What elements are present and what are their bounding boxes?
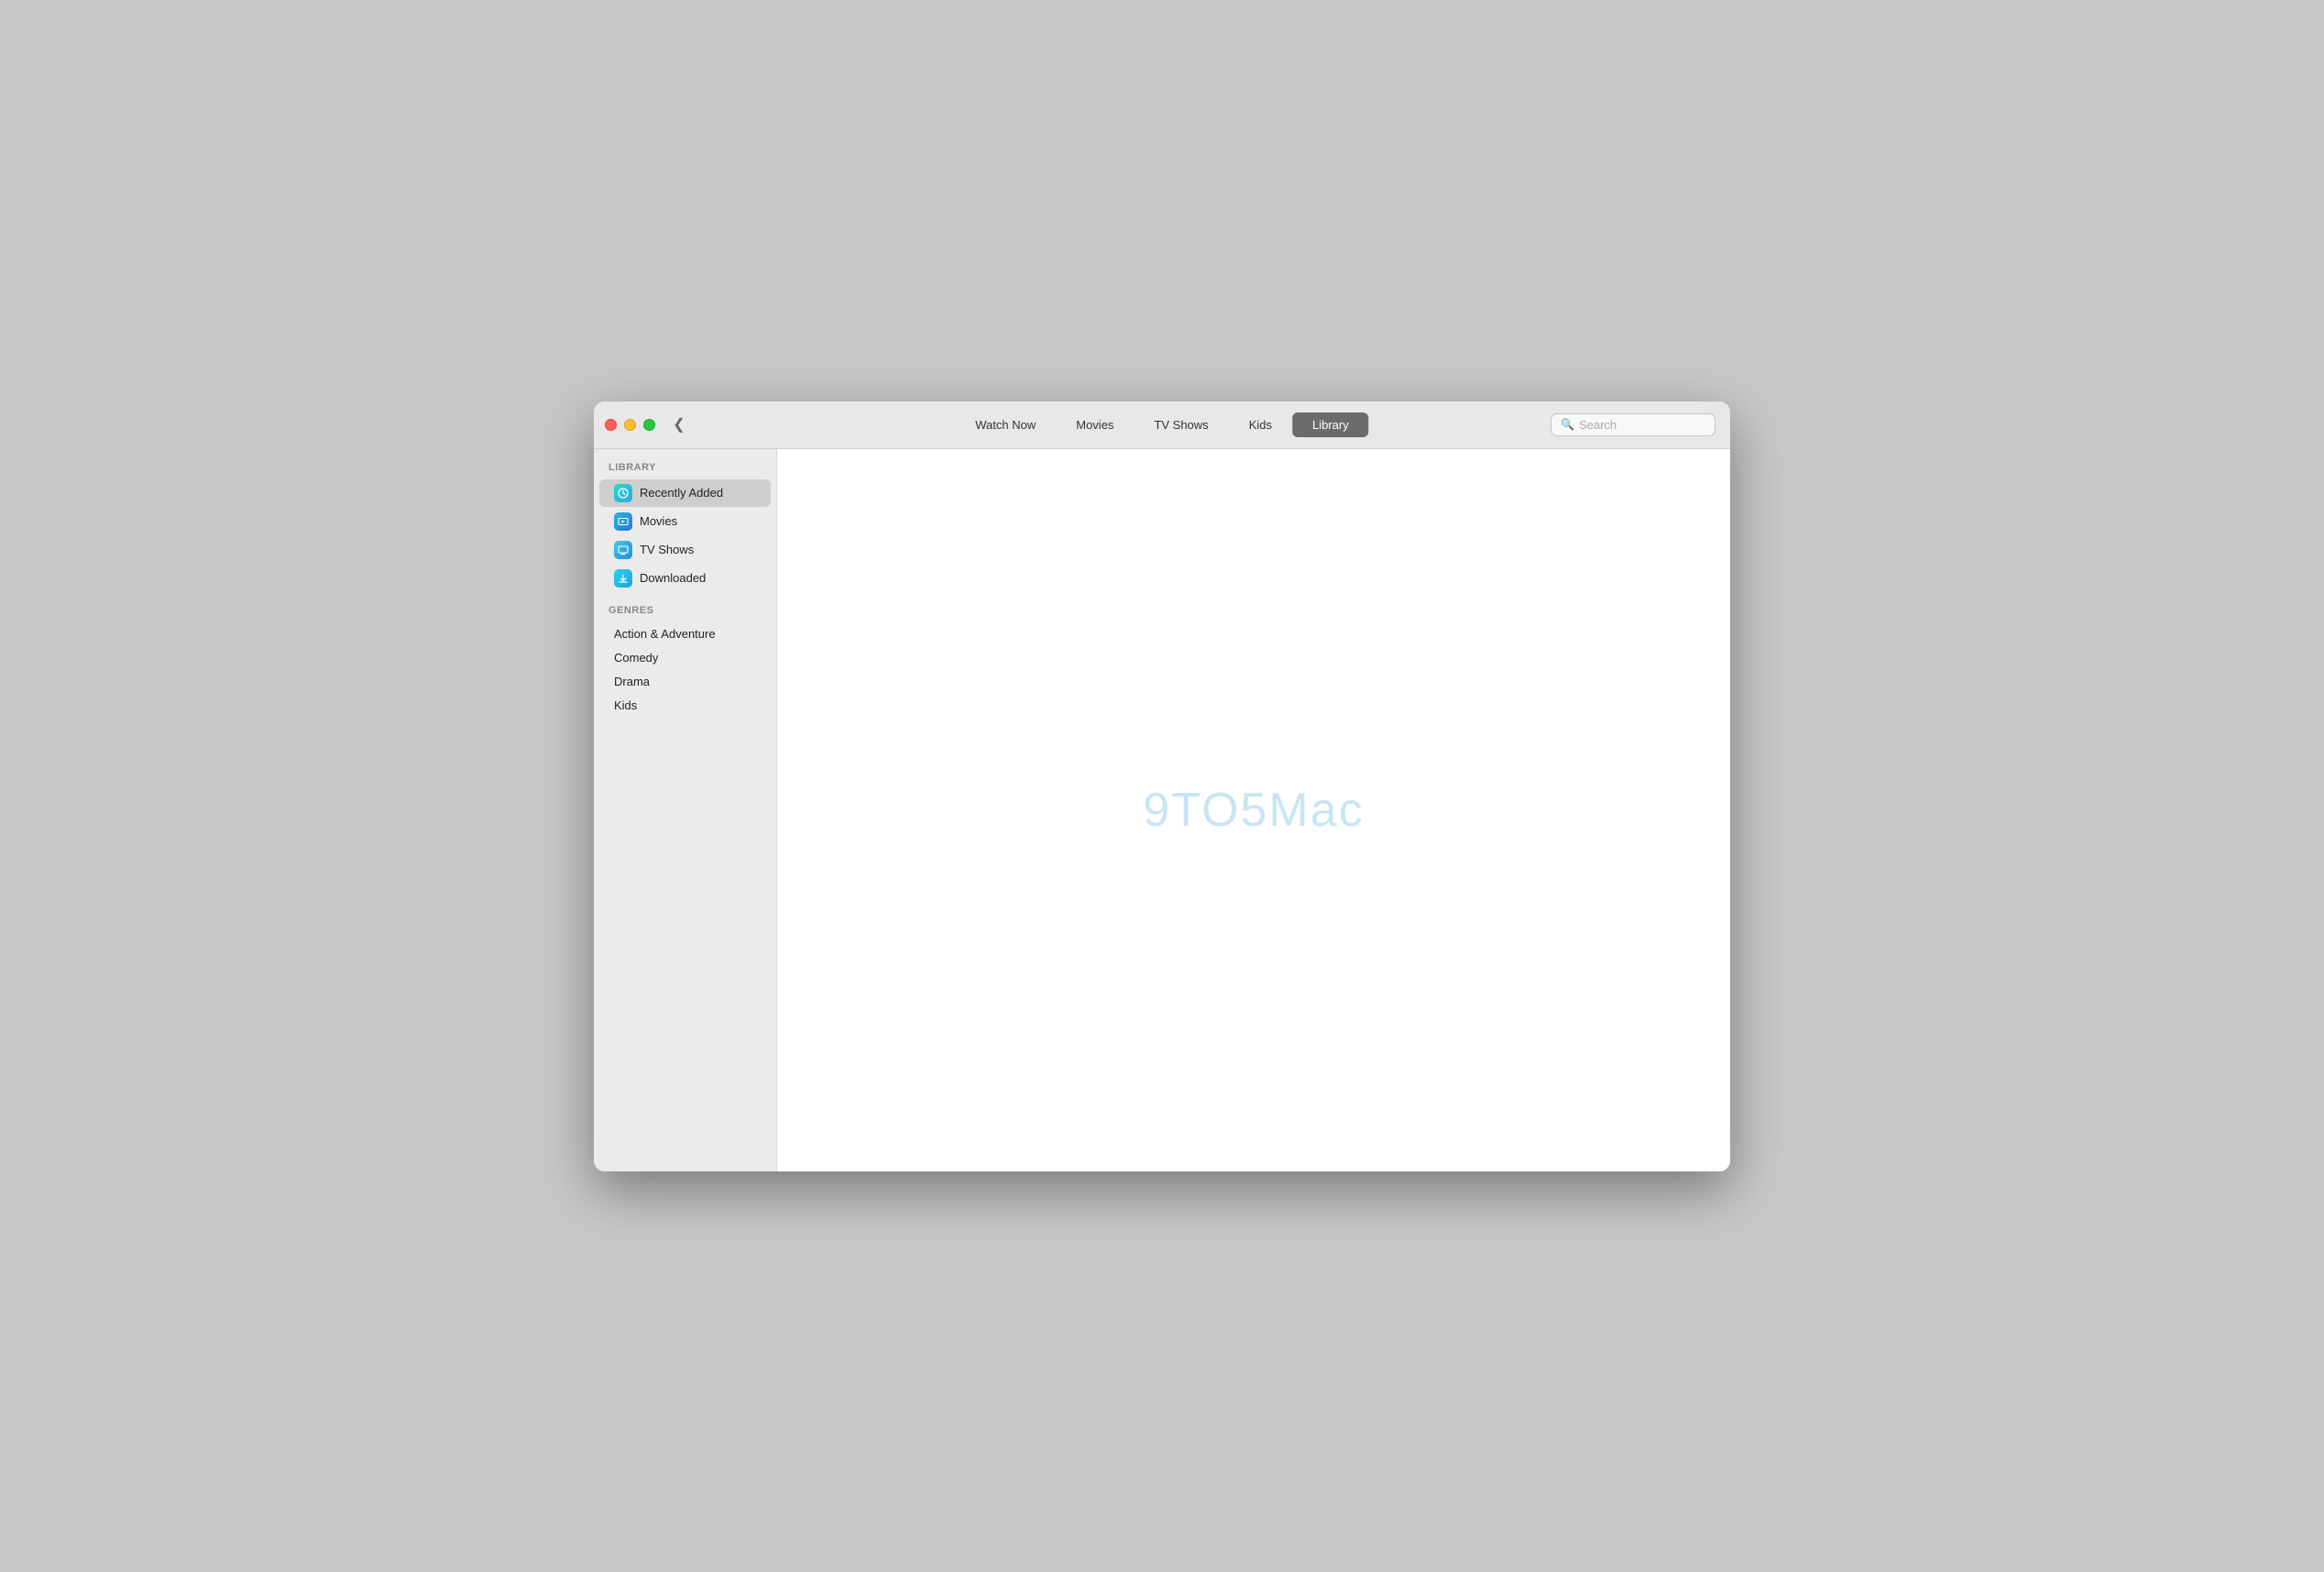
close-button[interactable]: [605, 419, 617, 431]
back-button[interactable]: ❮: [666, 412, 692, 437]
recently-added-icon: [614, 484, 632, 502]
sidebar-item-tv-shows[interactable]: TV Shows: [599, 536, 771, 564]
movies-label: Movies: [640, 514, 677, 528]
app-window: ❮ Watch Now Movies TV Shows Kids Library…: [594, 401, 1730, 1171]
maximize-button[interactable]: [643, 419, 655, 431]
titlebar: ❮ Watch Now Movies TV Shows Kids Library…: [594, 401, 1730, 449]
chevron-left-icon: ❮: [673, 415, 685, 434]
sidebar-item-comedy[interactable]: Comedy: [599, 646, 771, 669]
tab-tv-shows[interactable]: TV Shows: [1134, 412, 1228, 437]
search-box[interactable]: 🔍: [1551, 413, 1716, 436]
library-section-label: Library: [594, 462, 776, 478]
traffic-lights: [605, 419, 655, 431]
tv-shows-label: TV Shows: [640, 543, 694, 556]
tab-library[interactable]: Library: [1292, 412, 1369, 437]
tab-watch-now[interactable]: Watch Now: [955, 412, 1056, 437]
tab-kids[interactable]: Kids: [1229, 412, 1292, 437]
downloaded-label: Downloaded: [640, 571, 706, 585]
sidebar-item-action-adventure[interactable]: Action & Adventure: [599, 622, 771, 645]
movies-icon: [614, 512, 632, 531]
sidebar-item-drama[interactable]: Drama: [599, 670, 771, 693]
sidebar-item-recently-added[interactable]: Recently Added: [599, 479, 771, 507]
search-input[interactable]: [1579, 418, 1705, 432]
content-area: 9TO5Mac: [777, 449, 1730, 1171]
genres-section-label: Genres: [594, 605, 776, 621]
sidebar-item-kids[interactable]: Kids: [599, 694, 771, 717]
sidebar: Library Recently Added Movies: [594, 449, 777, 1171]
tab-movies[interactable]: Movies: [1056, 412, 1134, 437]
main-layout: Library Recently Added Movies: [594, 449, 1730, 1171]
sidebar-item-movies[interactable]: Movies: [599, 508, 771, 535]
genres-section: Genres Action & Adventure Comedy Drama K…: [594, 605, 776, 717]
downloaded-icon: [614, 569, 632, 588]
recently-added-label: Recently Added: [640, 486, 723, 500]
nav-tabs: Watch Now Movies TV Shows Kids Library: [955, 412, 1368, 437]
search-icon: 🔍: [1561, 418, 1574, 431]
minimize-button[interactable]: [624, 419, 636, 431]
watermark: 9TO5Mac: [1143, 783, 1364, 838]
sidebar-item-downloaded[interactable]: Downloaded: [599, 565, 771, 592]
tv-shows-icon: [614, 541, 632, 559]
